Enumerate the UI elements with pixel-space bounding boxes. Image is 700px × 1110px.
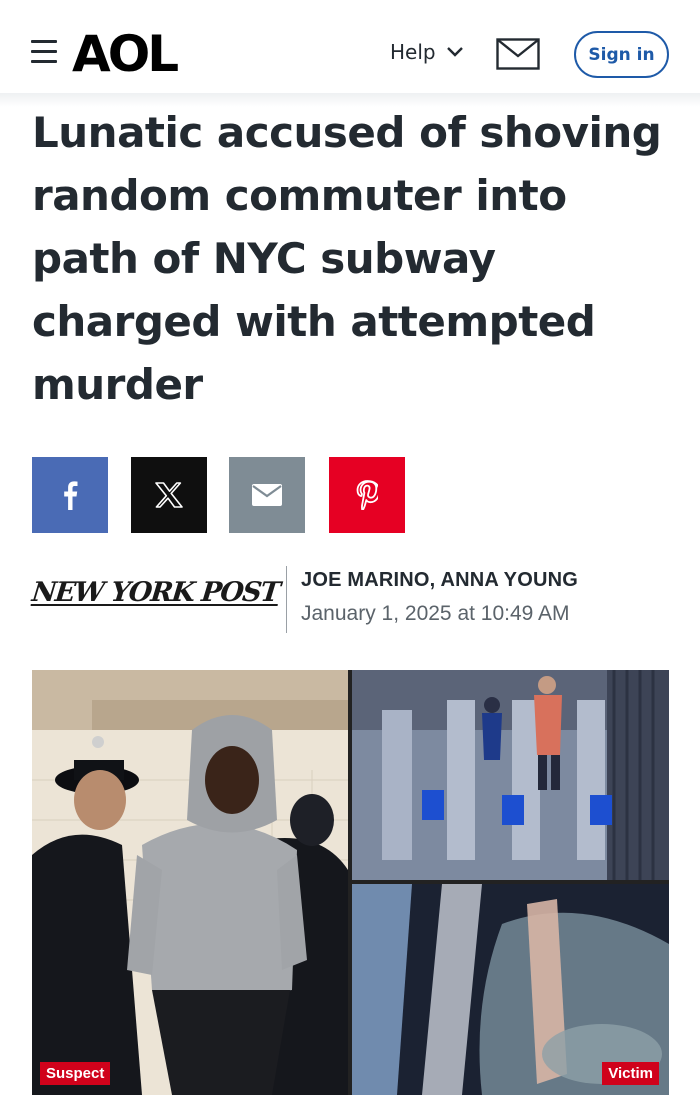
victim-photo: Victim: [352, 884, 669, 1095]
pinterest-share-button[interactable]: [329, 457, 405, 533]
chevron-down-icon: [446, 47, 463, 57]
pinterest-icon: [356, 480, 378, 510]
article-date: January 1, 2025 at 10:49 AM: [301, 602, 570, 625]
email-icon: [252, 484, 282, 506]
site-header: AOL Help Sign in: [0, 0, 700, 95]
aol-logo[interactable]: AOL: [72, 26, 179, 82]
byline-divider: [286, 566, 287, 633]
x-icon: [155, 482, 183, 508]
mail-icon[interactable]: [496, 38, 540, 70]
help-menu[interactable]: Help: [390, 40, 464, 64]
help-label: Help: [390, 40, 436, 64]
victim-label: Victim: [602, 1062, 659, 1085]
x-share-button[interactable]: [131, 457, 207, 533]
facebook-icon: [64, 481, 78, 510]
article-main-image[interactable]: Suspect Victim: [32, 670, 669, 1095]
new-york-post-logo[interactable]: NEW YORK POST: [30, 577, 280, 608]
sign-in-button[interactable]: Sign in: [574, 31, 669, 78]
email-share-button[interactable]: [229, 457, 305, 533]
facebook-share-button[interactable]: [32, 457, 108, 533]
hamburger-menu-icon[interactable]: [31, 40, 57, 66]
article-authors: JOE MARINO, ANNA YOUNG: [301, 569, 579, 591]
article-headline: Lunatic accused of shoving random commut…: [32, 108, 662, 409]
suspect-photo: Suspect: [32, 670, 348, 1095]
suspect-label: Suspect: [40, 1062, 111, 1085]
turnstile-cctv-photo: [352, 670, 669, 880]
